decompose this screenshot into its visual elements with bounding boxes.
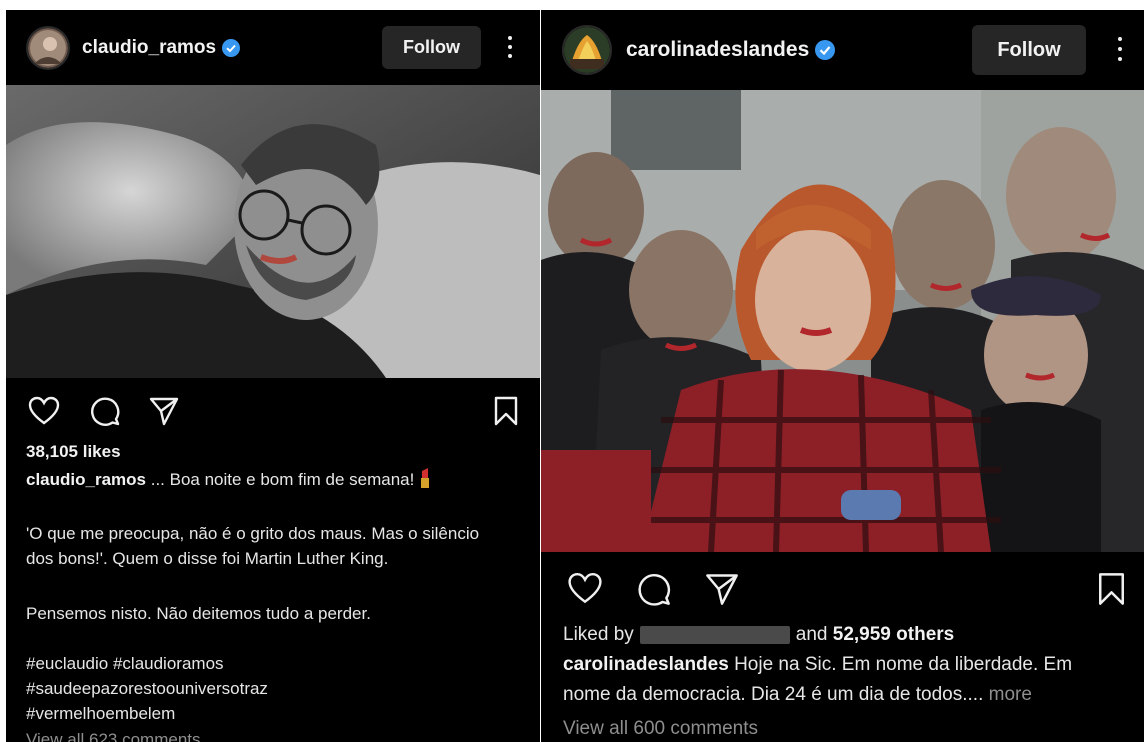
username[interactable]: claudio_ramos xyxy=(82,37,216,59)
share-icon[interactable] xyxy=(148,395,180,427)
post-header: claudio_ramos Follow xyxy=(6,10,540,85)
verified-badge-icon xyxy=(222,38,241,57)
caption-line-1: carolinadeslandes Hoje na Sic. Em nome d… xyxy=(563,654,1072,676)
caption-quote-line-1: 'O que me preocupa, não é o grito dos ma… xyxy=(26,524,480,543)
caption-username[interactable]: carolinadeslandes xyxy=(563,654,729,675)
post-card-carolina: carolinadeslandes Follow Liked by and 52… xyxy=(541,10,1144,742)
view-comments-link[interactable]: View all 600 comments xyxy=(563,718,758,740)
more-options-icon[interactable] xyxy=(506,36,514,58)
caption-text: Hoje na Sic. Em nome da liberdade. Em xyxy=(728,654,1073,675)
share-icon[interactable] xyxy=(704,571,740,607)
avatar[interactable] xyxy=(26,25,70,70)
comment-icon[interactable] xyxy=(636,571,672,607)
follow-button[interactable]: Follow xyxy=(382,26,481,69)
liked-by-prefix: Liked by xyxy=(563,624,634,645)
post-actions xyxy=(6,388,540,438)
post-photo[interactable] xyxy=(541,90,1144,552)
caption-line-2: nome da democracia. Dia 24 é um dia de t… xyxy=(563,684,1032,706)
more-link[interactable]: more xyxy=(983,684,1032,705)
heart-icon[interactable] xyxy=(28,396,60,426)
post-header: carolinadeslandes Follow xyxy=(541,10,1144,90)
liked-by-line: Liked by and 52,959 others xyxy=(563,624,954,646)
caption-quote-line-2: dos bons!'. Quem o disse foi Martin Luth… xyxy=(26,549,389,568)
post-card-claudio: claudio_ramos Follow 38,105 likes claudi… xyxy=(6,10,540,742)
view-comments-link[interactable]: View all 623 comments xyxy=(26,730,201,742)
avatar[interactable] xyxy=(562,25,612,75)
bookmark-icon[interactable] xyxy=(494,396,518,426)
redacted-username xyxy=(639,625,790,644)
heart-icon[interactable] xyxy=(567,572,603,605)
caption-username[interactable]: claudio_ramos xyxy=(26,470,146,489)
caption: claudio_ramos ... Boa noite e bom fim de… xyxy=(26,468,431,490)
more-options-icon[interactable] xyxy=(1116,37,1124,61)
verified-badge-icon xyxy=(815,40,836,60)
post-photo[interactable] xyxy=(6,85,540,378)
hashtag-line[interactable]: #saudeepazorestoouniversotraz xyxy=(26,679,268,699)
liked-by-mid: and xyxy=(795,624,828,645)
bookmark-icon[interactable] xyxy=(1098,572,1125,606)
post-actions xyxy=(541,558,1144,618)
caption-text: nome da democracia. Dia 24 é um dia de t… xyxy=(563,684,984,705)
hashtag-line[interactable]: #vermelhoembelem xyxy=(26,704,175,724)
follow-button[interactable]: Follow xyxy=(972,25,1086,75)
lipstick-icon xyxy=(421,468,430,488)
comment-icon[interactable] xyxy=(89,395,121,427)
caption-reflection: Pensemos nisto. Não deitemos tudo a perd… xyxy=(26,604,371,623)
username[interactable]: carolinadeslandes xyxy=(626,38,809,62)
likes-count[interactable]: 38,105 likes xyxy=(26,442,121,462)
likes-count[interactable]: 52,959 others xyxy=(833,624,954,645)
caption-text: ... Boa noite e bom fim de semana! xyxy=(146,470,420,489)
hashtag-line[interactable]: #euclaudio #claudioramos xyxy=(26,654,224,674)
